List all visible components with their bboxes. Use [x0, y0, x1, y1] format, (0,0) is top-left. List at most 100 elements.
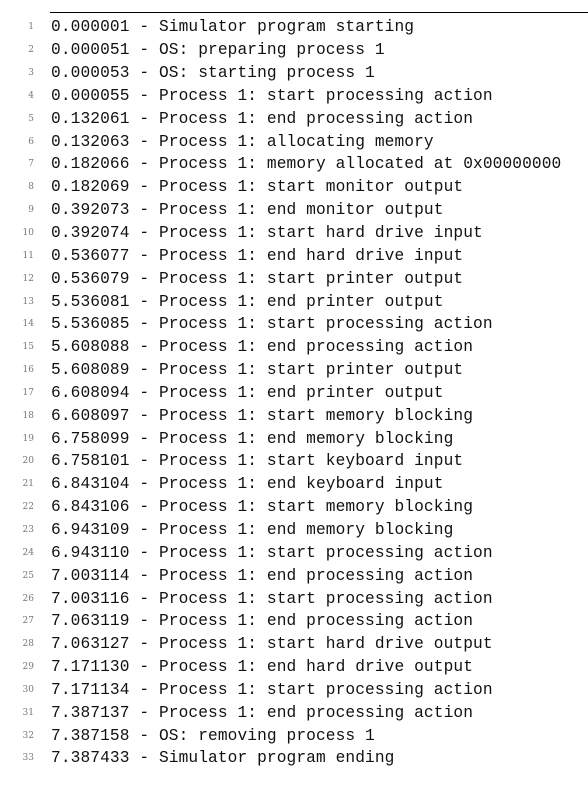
line-number: 25 [22, 570, 34, 581]
listing-line: 26 7.003116 - Process 1: start processing… [0, 587, 561, 610]
listing-line: 4 0.000055 - Process 1: start processing … [0, 85, 561, 108]
line-number: 2 [28, 45, 34, 56]
line-text: 7.171134 - Process 1: start processing a… [51, 680, 493, 699]
line-number: 4 [28, 90, 34, 101]
line-number: 30 [22, 684, 34, 695]
line-text: 0.000051 - OS: preparing process 1 [51, 41, 385, 60]
line-text: 0.536077 - Process 1: end hard drive inp… [51, 246, 464, 265]
listing-line: 27 7.063119 - Process 1: end processing a… [0, 610, 561, 633]
line-text: 7.387433 - Simulator program ending [51, 749, 395, 768]
listing-line: 21 6.843104 - Process 1: end keyboard inp… [0, 473, 561, 496]
listing-line: 29 7.171130 - Process 1: end hard drive o… [0, 656, 561, 679]
line-number: 20 [22, 456, 34, 467]
line-text: 5.608089 - Process 1: start printer outp… [51, 361, 464, 380]
line-text: 5.608088 - Process 1: end processing act… [51, 338, 474, 357]
listing-line: 11 0.536077 - Process 1: end hard drive i… [0, 244, 561, 267]
listing-line: 2 0.000051 - OS: preparing process 1 [0, 39, 561, 62]
line-text: 6.758101 - Process 1: start keyboard inp… [51, 452, 464, 471]
line-number: 6 [28, 136, 34, 147]
line-number: 32 [22, 730, 34, 741]
line-text: 0.132063 - Process 1: allocating memory [51, 132, 434, 151]
listing-line: 22 6.843106 - Process 1: start memory blo… [0, 496, 561, 519]
listing-line: 33 7.387433 - Simulator program ending [0, 747, 561, 770]
line-number: 22 [22, 502, 34, 513]
line-text: 0.392073 - Process 1: end monitor output [51, 201, 444, 220]
line-number: 10 [22, 228, 34, 239]
line-number: 5 [28, 113, 34, 124]
line-text: 6.943110 - Process 1: start processing a… [51, 543, 493, 562]
listing-line: 25 7.003114 - Process 1: end processing a… [0, 564, 561, 587]
line-number: 23 [22, 524, 34, 535]
listing-line: 14 5.536085 - Process 1: start processing… [0, 313, 561, 336]
line-text: 6.843104 - Process 1: end keyboard input [51, 475, 444, 494]
line-text: 7.387137 - Process 1: end processing act… [51, 703, 474, 722]
line-text: 7.171130 - Process 1: end hard drive out… [51, 658, 474, 677]
line-number: 33 [22, 753, 34, 764]
line-text: 7.003114 - Process 1: end processing act… [51, 566, 474, 585]
line-number: 21 [22, 479, 34, 490]
line-number: 15 [22, 342, 34, 353]
line-number: 14 [22, 319, 34, 330]
line-number: 16 [22, 365, 34, 376]
listing-line: 28 7.063127 - Process 1: start hard drive… [0, 633, 561, 656]
line-text: 0.392074 - Process 1: start hard drive i… [51, 224, 483, 243]
line-text: 6.943109 - Process 1: end memory blockin… [51, 520, 454, 539]
listing-line: 24 6.943110 - Process 1: start processing… [0, 541, 561, 564]
line-number: 13 [22, 296, 34, 307]
line-text: 6.608097 - Process 1: start memory block… [51, 406, 474, 425]
line-number: 8 [28, 182, 34, 193]
line-text: 0.182066 - Process 1: memory allocated a… [51, 155, 562, 174]
listing-line: 20 6.758101 - Process 1: start keyboard i… [0, 450, 561, 473]
line-text: 0.132061 - Process 1: end processing act… [51, 109, 474, 128]
line-number: 31 [22, 707, 34, 718]
listing-line: 1 0.000001 - Simulator program starting [0, 16, 561, 39]
listing-line: 6 0.132063 - Process 1: allocating memory [0, 130, 561, 153]
listing-line: 19 6.758099 - Process 1: end memory block… [0, 427, 561, 450]
listing-line: 9 0.392073 - Process 1: end monitor outpu… [0, 199, 561, 222]
listing-line: 15 5.608088 - Process 1: end processing a… [0, 336, 561, 359]
code-listing: 1 0.000001 - Simulator program starting 2 0… [0, 16, 562, 770]
line-text: 7.387158 - OS: removing process 1 [51, 726, 375, 745]
line-number: 1 [28, 22, 34, 33]
line-text: 7.003116 - Process 1: start processing a… [51, 589, 493, 608]
listing-line: 3 0.000053 - OS: starting process 1 [0, 62, 561, 85]
line-text: 6.843106 - Process 1: start memory block… [51, 498, 474, 517]
line-text: 7.063127 - Process 1: start hard drive o… [51, 635, 493, 654]
listing-line: 23 6.943109 - Process 1: end memory block… [0, 519, 561, 542]
line-text: 0.536079 - Process 1: start printer outp… [51, 269, 464, 288]
line-number: 19 [22, 433, 34, 444]
line-text: 0.000055 - Process 1: start processing a… [51, 86, 493, 105]
listing-line: 32 7.387158 - OS: removing process 1 [0, 724, 561, 747]
listing-line: 17 6.608094 - Process 1: end printer outp… [0, 382, 561, 405]
line-text: 6.758099 - Process 1: end memory blockin… [51, 429, 454, 448]
top-rule [50, 12, 588, 13]
listing-line: 7 0.182066 - Process 1: memory allocated … [0, 153, 561, 176]
listing-line: 18 6.608097 - Process 1: start memory blo… [0, 404, 561, 427]
line-text: 0.000053 - OS: starting process 1 [51, 64, 375, 83]
line-number: 3 [28, 68, 34, 79]
listing-line: 8 0.182069 - Process 1: start monitor out… [0, 176, 561, 199]
line-number: 26 [22, 593, 34, 604]
line-text: 6.608094 - Process 1: end printer output [51, 383, 444, 402]
line-text: 0.000001 - Simulator program starting [51, 18, 415, 37]
line-number: 12 [22, 273, 34, 284]
line-number: 29 [22, 662, 34, 673]
line-number: 18 [22, 410, 34, 421]
line-text: 7.063119 - Process 1: end processing act… [51, 612, 474, 631]
listing-line: 13 5.536081 - Process 1: end printer outp… [0, 290, 561, 313]
line-number: 11 [22, 250, 34, 261]
line-number: 27 [22, 616, 34, 627]
line-text: 5.536085 - Process 1: start processing a… [51, 315, 493, 334]
line-number: 17 [22, 387, 34, 398]
listing-line: 16 5.608089 - Process 1: start printer ou… [0, 359, 561, 382]
listing-line: 5 0.132061 - Process 1: end processing ac… [0, 107, 561, 130]
line-number: 7 [28, 159, 34, 170]
line-number: 9 [28, 205, 34, 216]
listing-line: 31 7.387137 - Process 1: end processing a… [0, 701, 561, 724]
listing-line: 10 0.392074 - Process 1: start hard drive… [0, 222, 561, 245]
listing-line: 12 0.536079 - Process 1: start printer ou… [0, 267, 561, 290]
line-text: 0.182069 - Process 1: start monitor outp… [51, 178, 464, 197]
line-number: 28 [22, 639, 34, 650]
listing-line: 30 7.171134 - Process 1: start processing… [0, 678, 561, 701]
line-number: 24 [22, 547, 34, 558]
